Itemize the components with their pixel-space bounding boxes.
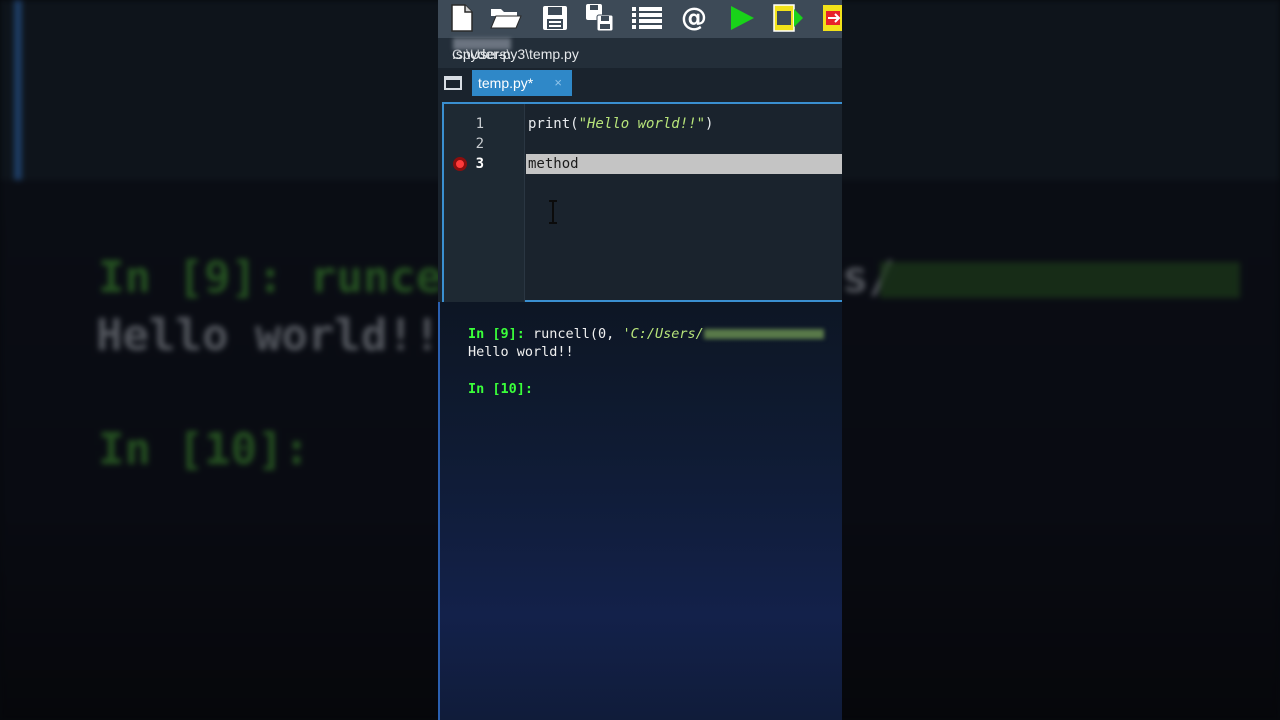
editor-tab-bar: temp.py* ×	[438, 68, 842, 100]
line-number-current: 3	[475, 156, 484, 172]
code-string: "Hello world!!"	[578, 116, 706, 132]
tab-temp-py[interactable]: temp.py* ×	[472, 70, 572, 96]
save-icon[interactable]	[539, 2, 571, 34]
ipython-console[interactable]: In [9]: runcell(0, 'C:/Users/ Hello worl…	[438, 302, 842, 720]
code-line-1: print("Hello world!!")	[528, 116, 713, 132]
close-icon[interactable]: ×	[554, 70, 562, 96]
console-line-in9: In [9]: runcell(0, 'C:/Users/	[468, 326, 824, 342]
line-number: 1	[475, 116, 484, 132]
background-output-line: Hello world!!	[96, 310, 441, 361]
at-icon[interactable]: @	[678, 2, 710, 34]
run-cell-advance-icon[interactable]	[816, 2, 842, 34]
file-path-bar: C:\Users\ .spyder-py3\temp.py	[438, 38, 842, 68]
code-line-3: method	[528, 156, 579, 172]
console-prompt-in10: In [10]:	[468, 381, 534, 397]
redacted-path	[703, 329, 824, 339]
background-accent-line	[14, 0, 22, 180]
background-prompt-in10: In [10]:	[98, 424, 310, 475]
save-all-icon[interactable]	[584, 2, 616, 34]
console-code: runcell(0,	[524, 326, 623, 342]
tab-label: temp.py*	[478, 75, 534, 91]
code-editor[interactable]: 1 2 3 print("Hello world!!") method	[442, 102, 842, 304]
new-file-icon[interactable]	[446, 2, 478, 34]
line-number: 2	[475, 136, 484, 152]
list-icon[interactable]	[631, 2, 663, 34]
text-cursor-icon	[548, 200, 558, 224]
code-token: print(	[528, 116, 579, 132]
toolbar: @	[438, 0, 842, 39]
console-path: 'C:/Users/	[622, 326, 704, 342]
run-icon[interactable]	[726, 2, 758, 34]
path-suffix: .spyder-py3\temp.py	[452, 46, 579, 62]
background-blurred-path	[880, 262, 1240, 298]
console-prompt: In [9]:	[468, 326, 525, 342]
code-token: )	[705, 116, 714, 132]
line-number-gutter: 1 2 3	[444, 104, 525, 304]
spyder-window: @ C:\Users\ .spyder-py3\temp.py temp.py* …	[438, 0, 842, 720]
run-cell-icon[interactable]	[772, 2, 804, 34]
browse-tabs-icon[interactable]	[444, 76, 462, 90]
background-prompt-in9: In [9]: runce	[98, 252, 443, 303]
console-output: Hello world!!	[468, 344, 574, 360]
open-folder-icon[interactable]	[490, 2, 522, 34]
